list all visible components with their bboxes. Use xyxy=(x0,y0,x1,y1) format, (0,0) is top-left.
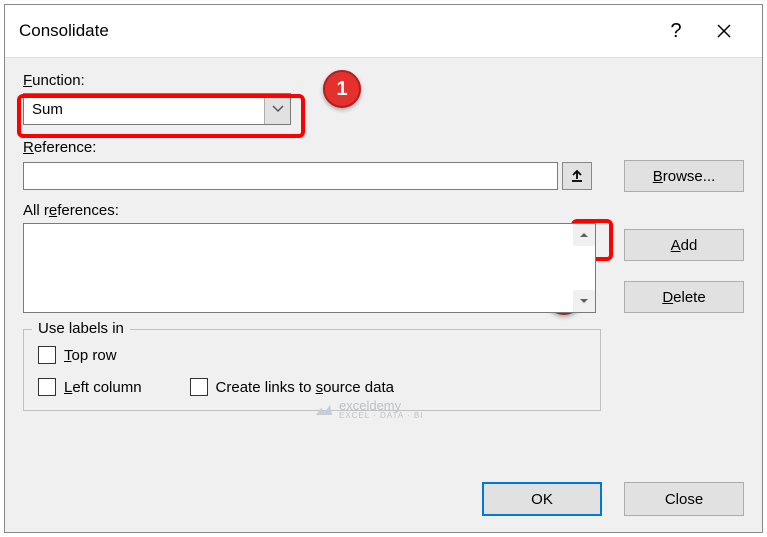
dialog-title: Consolidate xyxy=(19,21,652,41)
function-label: Function: xyxy=(23,72,744,89)
close-x-button[interactable] xyxy=(700,15,748,47)
top-row-label: Top row xyxy=(64,347,117,364)
all-references-listbox[interactable] xyxy=(23,223,596,313)
close-icon xyxy=(716,23,732,39)
delete-button[interactable]: Delete xyxy=(624,281,744,313)
left-column-label: Left column xyxy=(64,379,142,396)
scroll-up-button[interactable] xyxy=(573,224,595,246)
chevron-down-icon xyxy=(264,94,290,124)
collapse-dialog-button[interactable] xyxy=(562,162,592,190)
add-button[interactable]: Add xyxy=(624,229,744,261)
reference-section: Reference: Browse... 2 xyxy=(23,139,744,192)
dialog-footer: OK Close xyxy=(5,472,762,532)
reference-label: Reference: xyxy=(23,139,744,156)
create-links-label: Create links to source data xyxy=(216,379,394,396)
scroll-down-button[interactable] xyxy=(573,290,595,312)
all-references-section: All references: Add Delete xyxy=(23,202,744,313)
watermark-sub: EXCEL · DATA · BI xyxy=(339,412,423,420)
help-button[interactable]: ? xyxy=(652,15,700,47)
ok-button[interactable]: OK xyxy=(482,482,602,516)
consolidate-dialog: Consolidate ? Function: Sum 1 Reference: xyxy=(4,4,763,533)
close-button[interactable]: Close xyxy=(624,482,744,516)
all-references-label: All references: xyxy=(23,202,744,219)
fieldset-legend: Use labels in xyxy=(32,320,130,337)
browse-button[interactable]: Browse... xyxy=(624,160,744,192)
titlebar: Consolidate ? xyxy=(5,5,762,58)
function-section: Function: Sum 1 xyxy=(23,72,744,125)
use-labels-fieldset: Use labels in Top row Left column Create… xyxy=(23,329,601,411)
create-links-checkbox[interactable] xyxy=(190,378,208,396)
collapse-icon xyxy=(570,169,584,183)
function-combobox[interactable]: Sum xyxy=(23,93,291,125)
top-row-checkbox[interactable] xyxy=(38,346,56,364)
left-column-checkbox[interactable] xyxy=(38,378,56,396)
function-value: Sum xyxy=(24,101,264,118)
dialog-content: Function: Sum 1 Reference: Br xyxy=(5,58,762,472)
reference-input[interactable] xyxy=(23,162,558,190)
